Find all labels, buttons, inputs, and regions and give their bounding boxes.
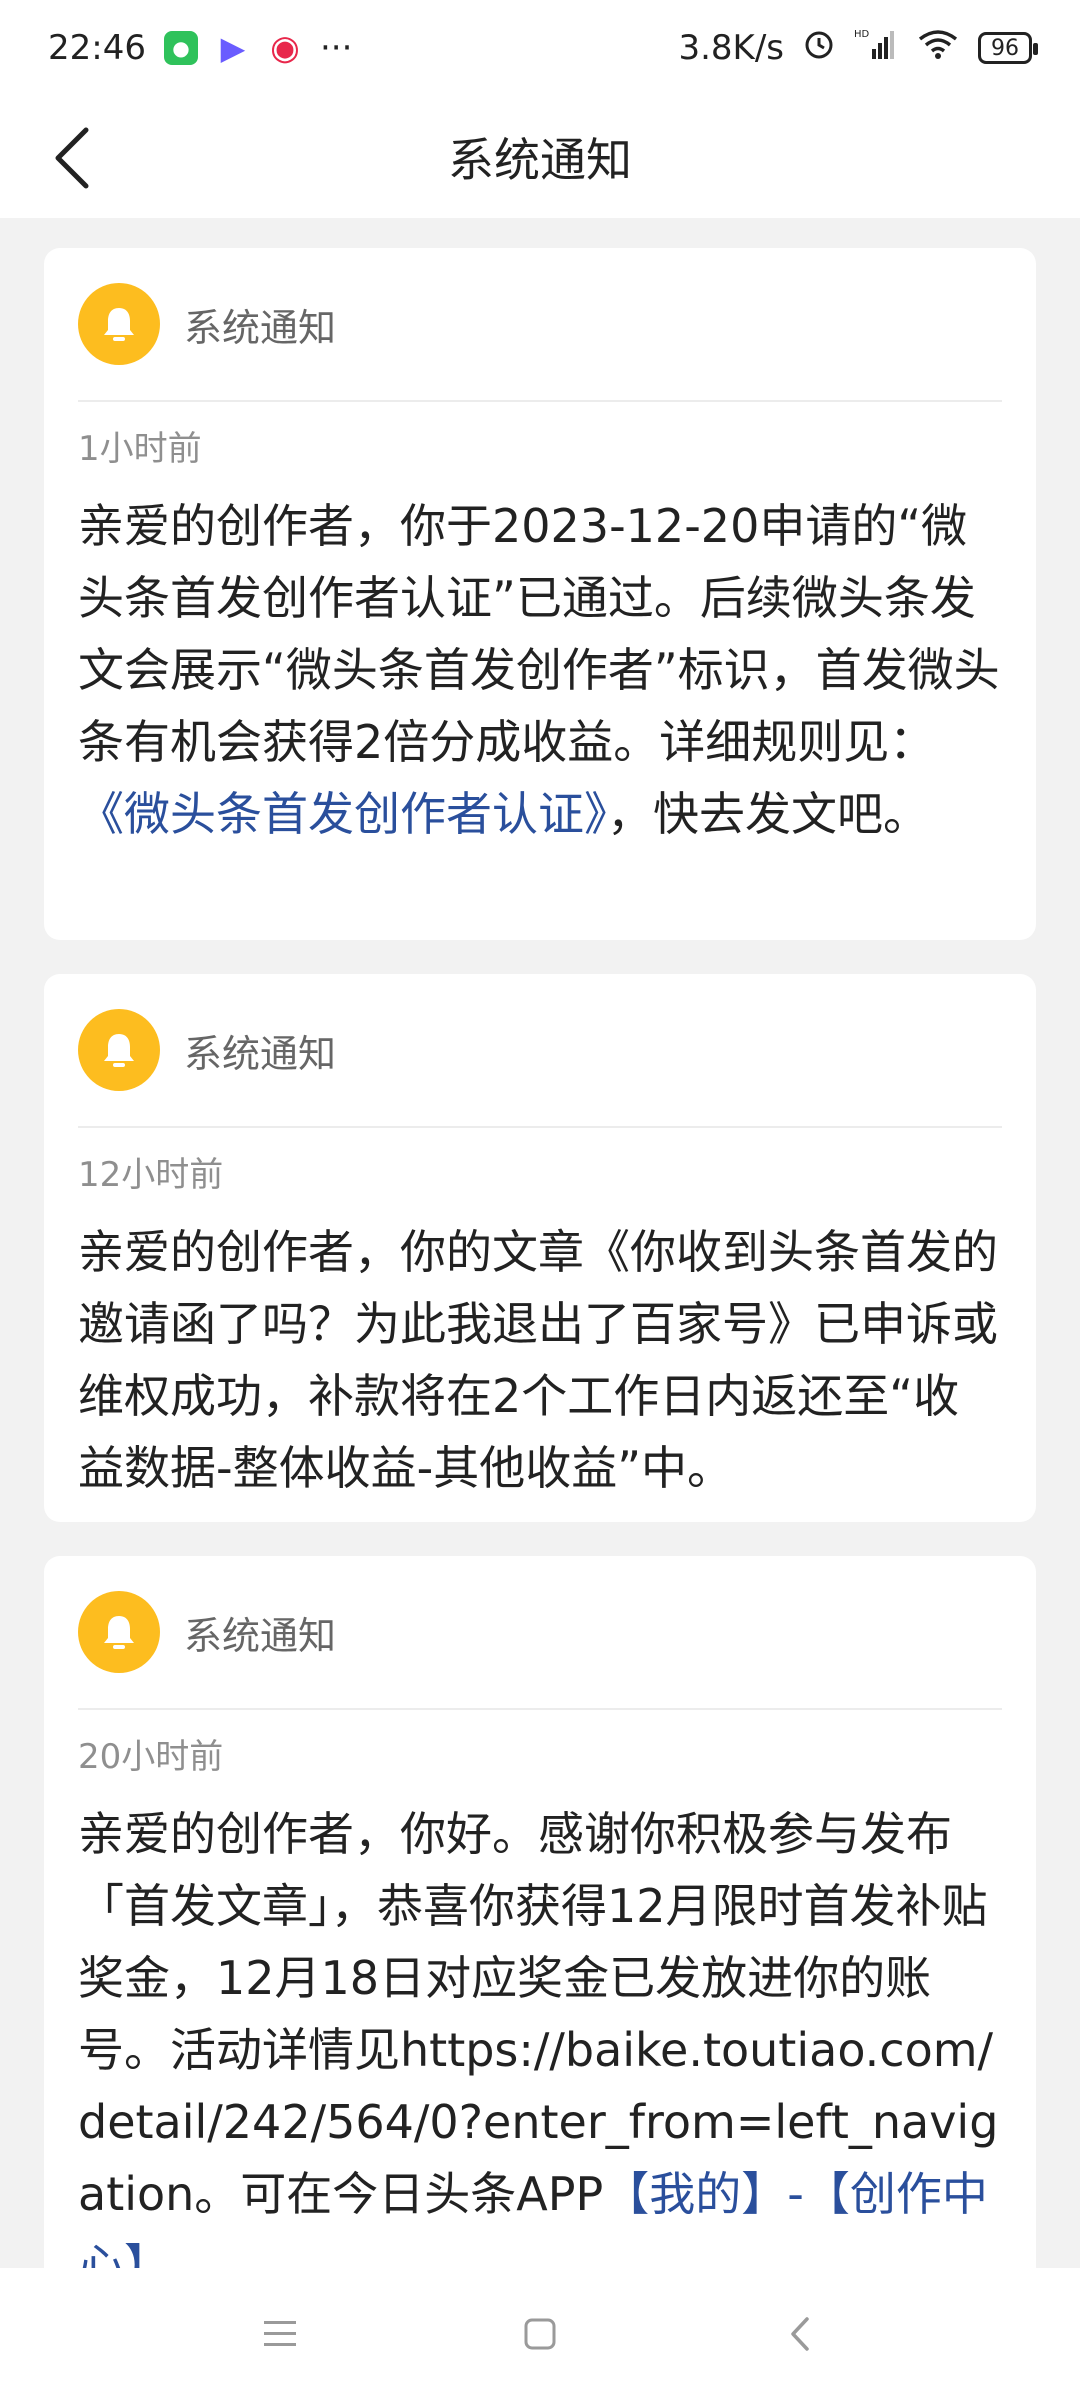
back-arrow-icon: [791, 2317, 809, 2351]
notification-source: 系统通知: [184, 305, 337, 350]
body-text: 亲爱的创作者，你好。感谢你积极参与发布「首发文章」，恭喜你获得12月限时首发补贴…: [78, 1807, 999, 2221]
wifi-icon: [916, 27, 960, 70]
status-right: 3.8K/s HD 96: [678, 27, 1038, 70]
record-app-icon: ◉: [267, 28, 302, 68]
notification-body: 亲爱的创作者，你于2023-12-20申请的“微头条首发创作者认证”已通过。后续…: [78, 490, 1002, 850]
card-header: 系统通知: [78, 974, 1002, 1126]
notification-source: 系统通知: [184, 1613, 337, 1658]
status-time: 22:46: [48, 28, 146, 68]
notification-card[interactable]: 系统通知 1小时前 亲爱的创作者，你于2023-12-20申请的“微头条首发创作…: [44, 248, 1036, 940]
divider: [78, 1708, 1002, 1710]
notification-card[interactable]: 系统通知 12小时前 亲爱的创作者，你的文章《你收到头条首发的邀请函了吗？为此我…: [44, 974, 1036, 1522]
card-header: 系统通知: [78, 1556, 1002, 1708]
notification-source: 系统通知: [184, 1031, 337, 1076]
notification-time: 12小时前: [78, 1155, 224, 1195]
alarm-icon: [802, 27, 836, 70]
card-header: 系统通知: [78, 248, 1002, 400]
bell-icon: [78, 1009, 160, 1091]
menu-icon: [264, 2321, 296, 2346]
divider: [78, 1126, 1002, 1128]
more-notifications-icon: ···: [319, 28, 353, 68]
svg-text:HD: HD: [854, 29, 870, 40]
system-navigation-bar: [0, 2268, 1080, 2400]
bell-icon: [78, 1591, 160, 1673]
divider: [78, 400, 1002, 402]
network-speed: 3.8K/s: [678, 28, 784, 68]
title-bar: 系统通知: [0, 96, 1080, 218]
notification-card[interactable]: 系统通知 20小时前 亲爱的创作者，你好。感谢你积极参与发布「首发文章」，恭喜你…: [44, 1556, 1036, 2268]
body-text-end: ，快去发文吧。: [607, 787, 929, 841]
notification-body: 亲爱的创作者，你的文章《你收到头条首发的邀请函了吗？为此我退出了百家号》已申诉或…: [78, 1225, 998, 1495]
home-icon: [524, 2318, 556, 2350]
battery-indicator: 96: [978, 32, 1038, 64]
chevron-left-icon: [55, 127, 89, 189]
system-back-button[interactable]: [770, 2304, 830, 2364]
menu-button[interactable]: [250, 2304, 310, 2364]
rule-link[interactable]: 《微头条首发创作者认证》: [78, 787, 607, 841]
body-text: 亲爱的创作者，你于2023-12-20申请的“微头条首发创作者认证”已通过。后续…: [78, 499, 1000, 769]
back-button[interactable]: [40, 126, 104, 190]
notification-list[interactable]: 系统通知 1小时前 亲爱的创作者，你于2023-12-20申请的“微头条首发创作…: [0, 218, 1080, 2268]
status-left: 22:46 ● ▶ ◉ ···: [48, 28, 352, 68]
video-app-icon: ▶: [215, 29, 250, 67]
status-bar: 22:46 ● ▶ ◉ ··· 3.8K/s HD 96: [0, 0, 1080, 96]
signal-icon: HD: [854, 27, 898, 70]
page-title: 系统通知: [448, 133, 632, 187]
home-button[interactable]: [510, 2304, 570, 2364]
wechat-icon: ●: [163, 31, 198, 65]
notification-time: 20小时前: [78, 1737, 224, 1777]
notification-body: 亲爱的创作者，你好。感谢你积极参与发布「首发文章」，恭喜你获得12月限时首发补贴…: [78, 1798, 1002, 2268]
notification-time: 1小时前: [78, 429, 202, 469]
bell-icon: [78, 283, 160, 365]
